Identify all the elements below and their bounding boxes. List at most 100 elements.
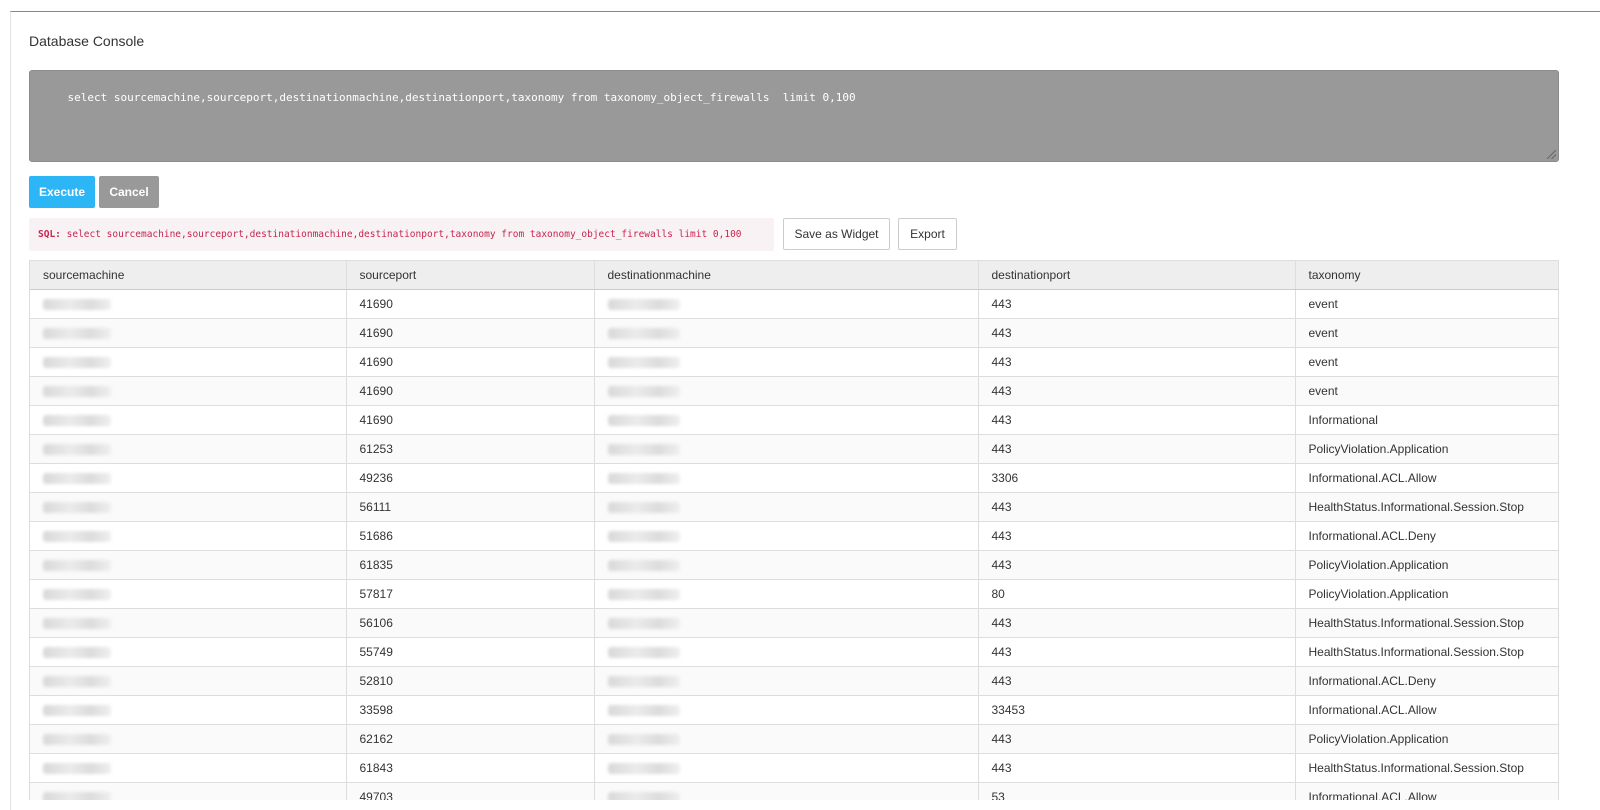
- results-table: sourcemachine sourceport destinationmach…: [30, 261, 1558, 800]
- cell-taxonomy: HealthStatus.Informational.Session.Stop: [1295, 608, 1558, 638]
- redacted-value: [607, 705, 680, 717]
- database-console-panel: Database Console select sourcemachine,so…: [10, 11, 1600, 810]
- cell-destinationport: 443: [978, 666, 1296, 696]
- redacted-value: [43, 734, 111, 746]
- redacted-value: [43, 792, 111, 800]
- redacted-value: [43, 589, 111, 601]
- column-header-taxonomy[interactable]: taxonomy: [1295, 261, 1558, 290]
- table-row[interactable]: 41690 443 Informational: [30, 405, 1558, 435]
- resize-handle-icon[interactable]: [1547, 150, 1556, 159]
- cell-sourcemachine: [30, 405, 347, 435]
- redacted-value: [607, 589, 680, 601]
- table-row[interactable]: 62162 443 PolicyViolation.Application: [30, 724, 1558, 754]
- redacted-value: [607, 676, 680, 688]
- cell-destinationport: 443: [978, 550, 1296, 580]
- cell-destinationport: 443: [978, 347, 1296, 377]
- redacted-value: [607, 502, 680, 514]
- column-header-destinationmachine[interactable]: destinationmachine: [594, 261, 979, 290]
- table-row[interactable]: 55749 443 HealthStatus.Informational.Sessi…: [30, 637, 1558, 667]
- table-row[interactable]: 41690 443 event: [30, 318, 1558, 348]
- cell-destinationmachine: [594, 318, 979, 348]
- cell-destinationport: 443: [978, 434, 1296, 464]
- redacted-value: [43, 531, 111, 543]
- cell-sourcemachine: [30, 318, 347, 348]
- redacted-value: [607, 792, 680, 800]
- cell-sourceport: 57817: [346, 579, 595, 609]
- cell-destinationmachine: [594, 695, 979, 725]
- table-row[interactable]: 41690 443 event: [30, 289, 1558, 319]
- cell-destinationport: 443: [978, 608, 1296, 638]
- table-row[interactable]: 41690 443 event: [30, 347, 1558, 377]
- redacted-value: [607, 560, 680, 572]
- cell-taxonomy: Informational.ACL.Allow: [1295, 463, 1558, 493]
- cell-sourceport: 61835: [346, 550, 595, 580]
- cell-taxonomy: PolicyViolation.Application: [1295, 724, 1558, 754]
- cell-sourceport: 41690: [346, 347, 595, 377]
- table-row[interactable]: 49703 53 Informational.ACL.Allow: [30, 782, 1558, 800]
- redacted-value: [607, 618, 680, 630]
- table-row[interactable]: 57817 80 PolicyViolation.Application: [30, 579, 1558, 609]
- cell-sourceport: 61843: [346, 753, 595, 783]
- cell-sourceport: 41690: [346, 318, 595, 348]
- table-header-row: sourcemachine sourceport destinationmach…: [30, 261, 1558, 290]
- redacted-value: [43, 415, 111, 427]
- results-table-container[interactable]: sourcemachine sourceport destinationmach…: [29, 260, 1559, 800]
- cell-sourceport: 62162: [346, 724, 595, 754]
- export-button[interactable]: Export: [898, 218, 957, 250]
- table-row[interactable]: 56111 443 HealthStatus.Informational.Sessi…: [30, 492, 1558, 522]
- cancel-button[interactable]: Cancel: [99, 176, 159, 208]
- redacted-value: [607, 444, 680, 456]
- cell-destinationmachine: [594, 463, 979, 493]
- redacted-value: [607, 328, 680, 340]
- cell-taxonomy: event: [1295, 318, 1558, 348]
- cell-destinationport: 33453: [978, 695, 1296, 725]
- table-row[interactable]: 61835 443 PolicyViolation.Application: [30, 550, 1558, 580]
- cell-destinationport: 443: [978, 492, 1296, 522]
- cell-destinationport: 443: [978, 521, 1296, 551]
- cell-taxonomy: Informational.ACL.Deny: [1295, 666, 1558, 696]
- cell-sourceport: 56106: [346, 608, 595, 638]
- cell-sourceport: 41690: [346, 405, 595, 435]
- cell-taxonomy: HealthStatus.Informational.Session.Stop: [1295, 637, 1558, 667]
- table-row[interactable]: 41690 443 event: [30, 376, 1558, 406]
- table-row[interactable]: 61253 443 PolicyViolation.Application: [30, 434, 1558, 464]
- cell-taxonomy: PolicyViolation.Application: [1295, 579, 1558, 609]
- cell-taxonomy: event: [1295, 376, 1558, 406]
- table-row[interactable]: 52810 443 Informational.ACL.Deny: [30, 666, 1558, 696]
- cell-sourceport: 52810: [346, 666, 595, 696]
- cell-destinationport: 443: [978, 318, 1296, 348]
- cell-destinationport: 80: [978, 579, 1296, 609]
- redacted-value: [607, 763, 680, 775]
- results-table-body: 41690 443 event 41690 443 event 41690 443 event 4…: [30, 289, 1558, 800]
- table-row[interactable]: 33598 33453 Informational.ACL.Allow: [30, 695, 1558, 725]
- redacted-value: [607, 734, 680, 746]
- cell-destinationmachine: [594, 782, 979, 800]
- cell-destinationmachine: [594, 521, 979, 551]
- execute-button[interactable]: Execute: [29, 176, 95, 208]
- save-as-widget-button[interactable]: Save as Widget: [783, 218, 890, 250]
- cell-taxonomy: Informational.ACL.Allow: [1295, 695, 1558, 725]
- cell-taxonomy: Informational.ACL.Deny: [1295, 521, 1558, 551]
- sql-status-prefix: SQL:: [38, 229, 61, 240]
- sql-status-text: select sourcemachine,sourceport,destinat…: [66, 229, 742, 240]
- cell-sourceport: 49703: [346, 782, 595, 800]
- table-row[interactable]: 51686 443 Informational.ACL.Deny: [30, 521, 1558, 551]
- cell-destinationmachine: [594, 579, 979, 609]
- cell-destinationport: 53: [978, 782, 1296, 800]
- sql-status-message: SQL: select sourcemachine,sourceport,des…: [29, 218, 774, 251]
- cell-destinationmachine: [594, 550, 979, 580]
- cell-destinationmachine: [594, 405, 979, 435]
- cell-sourcemachine: [30, 521, 347, 551]
- cell-taxonomy: PolicyViolation.Application: [1295, 550, 1558, 580]
- table-row[interactable]: 49236 3306 Informational.ACL.Allow: [30, 463, 1558, 493]
- column-header-sourcemachine[interactable]: sourcemachine: [30, 261, 347, 290]
- cell-sourcemachine: [30, 637, 347, 667]
- column-header-sourceport[interactable]: sourceport: [346, 261, 595, 290]
- cell-taxonomy: event: [1295, 289, 1558, 319]
- sql-query-editor[interactable]: select sourcemachine,sourceport,destinat…: [29, 70, 1559, 162]
- column-header-destinationport[interactable]: destinationport: [978, 261, 1296, 290]
- table-row[interactable]: 61843 443 HealthStatus.Informational.Sessi…: [30, 753, 1558, 783]
- cell-destinationmachine: [594, 637, 979, 667]
- cell-sourcemachine: [30, 463, 347, 493]
- table-row[interactable]: 56106 443 HealthStatus.Informational.Sessi…: [30, 608, 1558, 638]
